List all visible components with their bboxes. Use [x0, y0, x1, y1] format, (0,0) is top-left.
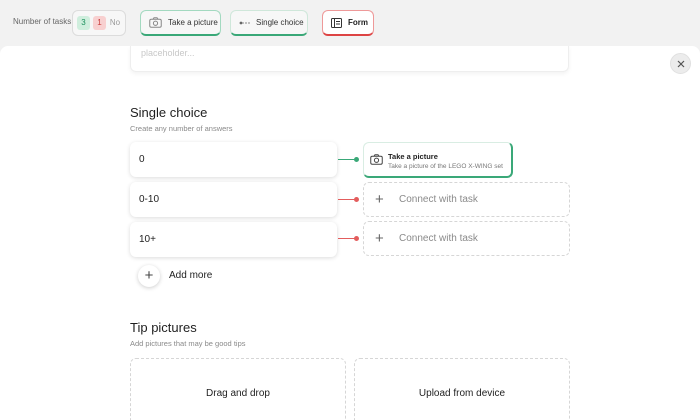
chip-label: Single choice [256, 18, 304, 27]
connector-dot-unconnected[interactable] [354, 197, 359, 202]
form-icon [331, 17, 342, 28]
connector-dot-connected[interactable] [354, 157, 359, 162]
previous-input-field[interactable]: placeholder... [130, 46, 569, 72]
camera-icon [149, 17, 162, 28]
linked-task-title: Take a picture [388, 152, 438, 161]
count-red-badge: 1 [93, 16, 106, 30]
connector-dot-unconnected[interactable] [354, 236, 359, 241]
chip-form[interactable]: Form [322, 10, 374, 36]
answer-field-0[interactable]: 0 [130, 142, 337, 177]
plus-icon: + [144, 267, 154, 284]
close-button[interactable] [670, 53, 691, 74]
count-no-badge: No [109, 18, 121, 27]
upload-label: Upload from device [418, 388, 506, 399]
plus-icon: + [375, 191, 384, 208]
drag-and-drop-zone[interactable]: Drag and drop [130, 358, 346, 420]
previous-input-placeholder: placeholder... [141, 48, 195, 58]
add-more-button[interactable]: + [138, 265, 160, 287]
chip-label: Form [348, 18, 368, 27]
answer-field-2[interactable]: 10+ [130, 222, 337, 257]
chip-take-a-picture[interactable]: Take a picture [140, 10, 221, 36]
drag-and-drop-label: Drag and drop [206, 388, 270, 399]
single-choice-subtitle: Create any number of answers [130, 124, 233, 133]
linked-task-card[interactable]: Take a picture Take a picture of the LEG… [363, 142, 513, 178]
top-toolbar: Number of tasks 3 1 No Take a picture Si… [0, 0, 700, 46]
modal-panel: placeholder... [0, 46, 700, 420]
tip-pictures-title: Tip pictures [130, 320, 197, 335]
connector-icon [239, 21, 250, 24]
close-icon [677, 60, 684, 67]
answer-field-1[interactable]: 0-10 [130, 182, 337, 217]
tip-pictures-subtitle: Add pictures that may be good tips [130, 339, 246, 348]
chip-label: Take a picture [168, 18, 218, 27]
chip-single-choice[interactable]: Single choice [230, 10, 308, 36]
connect-label: Connect with task [399, 233, 478, 244]
connect-with-task-button[interactable]: + Connect with task [363, 182, 570, 217]
add-more-label[interactable]: Add more [169, 270, 212, 281]
upload-from-device-button[interactable]: Upload from device [354, 358, 570, 420]
connect-with-task-button[interactable]: + Connect with task [363, 221, 570, 256]
task-count-badges: 3 1 No [72, 10, 126, 36]
plus-icon: + [375, 230, 384, 247]
linked-task-description: Take a picture of the LEGO X-WING set [388, 163, 503, 170]
connect-label: Connect with task [399, 194, 478, 205]
tasks-count-label: Number of tasks [13, 17, 72, 26]
camera-icon [370, 154, 383, 165]
count-green-badge: 3 [77, 16, 90, 30]
single-choice-title: Single choice [130, 105, 208, 120]
